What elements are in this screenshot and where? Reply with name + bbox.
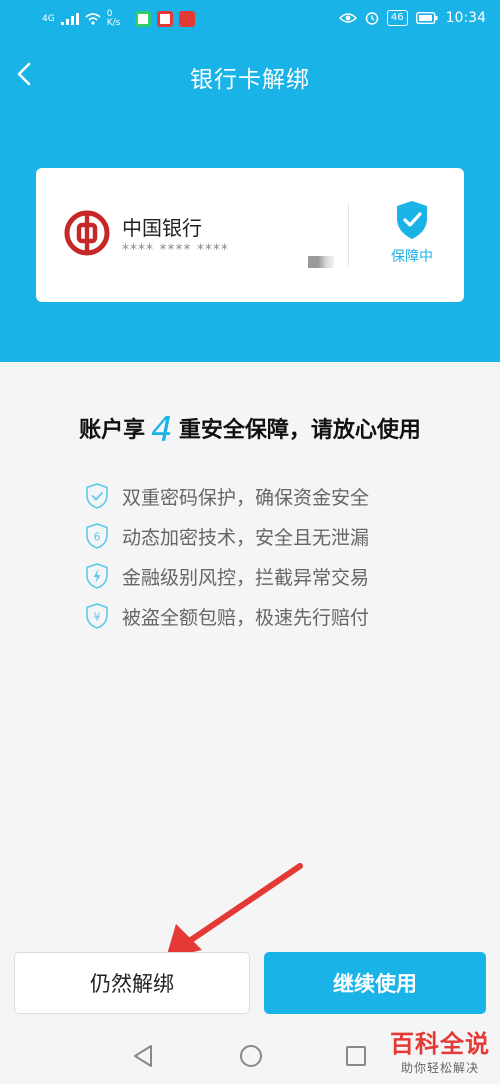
list-item: 双重密码保护，确保资金安全 <box>86 476 369 516</box>
signal-badge: 46 <box>386 10 408 26</box>
shield-lightning-icon <box>86 563 108 589</box>
card-number: **** **** **** <box>122 242 229 258</box>
net-speed: 0 K/s <box>106 9 121 28</box>
page-title: 银行卡解绑 <box>190 67 310 93</box>
watermark: 百科全说 助你轻松解决 <box>390 1024 490 1076</box>
nav-recents-icon[interactable] <box>345 1044 367 1068</box>
continue-button[interactable]: 继续使用 <box>264 952 486 1014</box>
feature-text: 双重密码保护，确保资金安全 <box>122 486 370 509</box>
shield-check-icon <box>397 201 427 239</box>
bank-card: 中国银行 **** **** **** 保障中 <box>36 168 464 302</box>
headline-prefix: 账户享 <box>79 418 146 443</box>
feature-text: 动态加密技术，安全且无泄漏 <box>122 526 370 549</box>
network-type: 4G <box>42 14 55 24</box>
card-divider <box>348 204 349 266</box>
headline-number: 4 <box>151 410 173 450</box>
eye-icon <box>338 13 357 23</box>
watermark-title: 百科全说 <box>390 1030 490 1058</box>
shield-check-icon <box>86 483 108 509</box>
battery-icon <box>415 12 438 24</box>
bank-name: 中国银行 <box>122 216 202 240</box>
list-item: ¥ 被盗全额包赔，极速先行赔付 <box>86 596 369 636</box>
list-item: 6 动态加密技术，安全且无泄漏 <box>86 516 369 556</box>
unbind-button[interactable]: 仍然解绑 <box>14 952 250 1014</box>
feature-list: 双重密码保护，确保资金安全 6 动态加密技术，安全且无泄漏 金融级别风控，拦截异… <box>86 476 369 636</box>
alarm-icon <box>365 12 379 25</box>
feature-text: 金融级别风控，拦截异常交易 <box>122 566 370 589</box>
nav-home-icon[interactable] <box>239 1044 263 1068</box>
shield-yen-icon: ¥ <box>86 603 108 629</box>
feature-text: 被盗全额包赔，极速先行赔付 <box>122 606 370 629</box>
watermark-subtitle: 助你轻松解决 <box>400 1061 479 1075</box>
navigation-bar: 银行卡解绑 <box>0 40 500 108</box>
masked-digits <box>308 256 334 268</box>
video-app-icon <box>134 11 151 27</box>
media-app-icon <box>156 11 173 27</box>
svg-text:¥: ¥ <box>94 611 101 624</box>
headline-suffix: 重安全保障，请放心使用 <box>178 418 421 443</box>
boc-logo-icon <box>64 210 110 256</box>
svg-text:6: 6 <box>94 531 101 544</box>
status-bar: 4G 0 K/s 46 10:34 <box>0 0 500 40</box>
news-app-icon <box>178 11 195 27</box>
nav-back-icon[interactable] <box>132 1044 154 1068</box>
annotation-arrow-icon <box>166 863 303 958</box>
protection-label: 保障中 <box>391 249 433 265</box>
signal-icon <box>60 13 79 25</box>
clock: 10:34 <box>445 10 486 26</box>
security-headline: 账户享 4 重安全保障，请放心使用 <box>0 410 500 450</box>
list-item: 金融级别风控，拦截异常交易 <box>86 556 369 596</box>
shield-six-icon: 6 <box>86 523 108 549</box>
wifi-icon <box>85 13 101 25</box>
protection-status: 保障中 <box>382 200 442 266</box>
